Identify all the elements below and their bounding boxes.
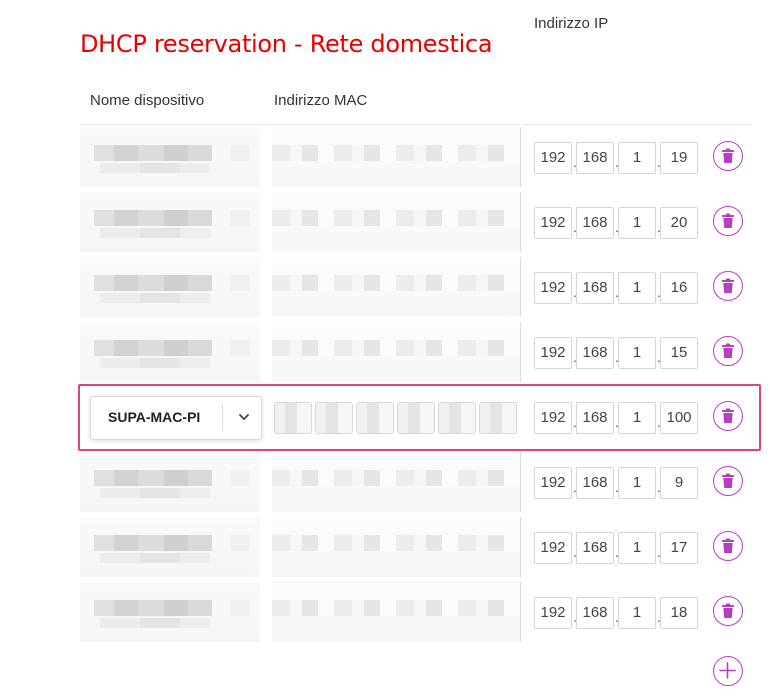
ip-octet-3[interactable]: 1 <box>618 532 656 564</box>
device-name-redacted <box>80 192 260 252</box>
mac-address-redacted <box>272 452 521 512</box>
trash-icon <box>722 538 734 553</box>
ip-octet-2[interactable]: 168 <box>576 207 614 239</box>
ip-octet-4[interactable]: 9 <box>660 467 698 499</box>
ip-octet-3[interactable]: 1 <box>618 207 656 239</box>
mac-address-redacted <box>272 517 521 577</box>
device-name-redacted <box>80 127 260 187</box>
column-header-device-name: Nome dispositivo <box>90 92 205 109</box>
reservation-row: 192 . 168 . 1 . 19 <box>80 127 752 187</box>
ip-octet-3[interactable]: 1 <box>618 142 656 174</box>
ip-octet-1[interactable]: 192 <box>534 337 572 369</box>
device-name-redacted <box>80 322 260 382</box>
ip-octet-4[interactable]: 16 <box>660 272 698 304</box>
trash-icon <box>722 473 734 488</box>
mac-address-redacted <box>272 322 521 382</box>
ip-octet-1[interactable]: 192 <box>534 272 572 304</box>
mac-address-redacted <box>272 127 521 187</box>
mac-address-redacted <box>272 582 521 642</box>
ip-octet-1[interactable]: 192 <box>534 532 572 564</box>
column-header-ip-address: Indirizzo IP <box>534 15 609 32</box>
reservation-row: 192 . 168 . 1 . 17 <box>80 517 752 577</box>
ip-octet-2[interactable]: 168 <box>576 272 614 304</box>
device-name-redacted <box>80 517 260 577</box>
reservation-row: 192 . 168 . 1 . 9 <box>80 452 752 512</box>
mac-address-redacted <box>272 257 521 317</box>
delete-button[interactable] <box>713 141 743 171</box>
ip-octet-4[interactable]: 17 <box>660 532 698 564</box>
ip-octet-2[interactable]: 168 <box>576 142 614 174</box>
selected-row-highlight <box>78 384 761 451</box>
ip-octet-1[interactable]: 192 <box>534 142 572 174</box>
page-title: DHCP reservation - Rete domestica <box>80 30 493 58</box>
trash-icon <box>722 278 734 293</box>
ip-octet-3[interactable]: 1 <box>618 467 656 499</box>
delete-button[interactable] <box>713 206 743 236</box>
ip-octet-3[interactable]: 1 <box>618 597 656 629</box>
ip-octet-2[interactable]: 168 <box>576 597 614 629</box>
trash-icon <box>722 603 734 618</box>
ip-octet-2[interactable]: 168 <box>576 337 614 369</box>
delete-button[interactable] <box>713 336 743 366</box>
delete-button[interactable] <box>713 596 743 626</box>
ip-octet-1[interactable]: 192 <box>534 467 572 499</box>
trash-icon <box>722 343 734 358</box>
ip-octet-4[interactable]: 20 <box>660 207 698 239</box>
column-header-mac-address: Indirizzo MAC <box>274 92 368 109</box>
ip-octet-4[interactable]: 18 <box>660 597 698 629</box>
delete-button[interactable] <box>713 271 743 301</box>
ip-octet-3[interactable]: 1 <box>618 272 656 304</box>
reservation-row: 192 . 168 . 1 . 20 <box>80 192 752 252</box>
trash-icon <box>722 148 734 163</box>
header-divider <box>80 124 752 125</box>
reservation-row: 192 . 168 . 1 . 15 <box>80 322 752 382</box>
reservation-row: 192 . 168 . 1 . 16 <box>80 257 752 317</box>
ip-octet-1[interactable]: 192 <box>534 597 572 629</box>
trash-icon <box>722 213 734 228</box>
ip-octet-4[interactable]: 19 <box>660 142 698 174</box>
ip-octet-2[interactable]: 168 <box>576 532 614 564</box>
device-name-redacted <box>80 582 260 642</box>
ip-octet-2[interactable]: 168 <box>576 467 614 499</box>
delete-button[interactable] <box>713 531 743 561</box>
plus-icon <box>719 662 736 679</box>
device-name-redacted <box>80 257 260 317</box>
device-name-redacted <box>80 452 260 512</box>
delete-button[interactable] <box>713 466 743 496</box>
ip-octet-4[interactable]: 15 <box>660 337 698 369</box>
ip-octet-1[interactable]: 192 <box>534 207 572 239</box>
ip-octet-3[interactable]: 1 <box>618 337 656 369</box>
reservation-row: 192 . 168 . 1 . 18 <box>80 582 752 642</box>
mac-address-redacted <box>272 192 521 252</box>
add-reservation-button[interactable] <box>713 656 743 686</box>
